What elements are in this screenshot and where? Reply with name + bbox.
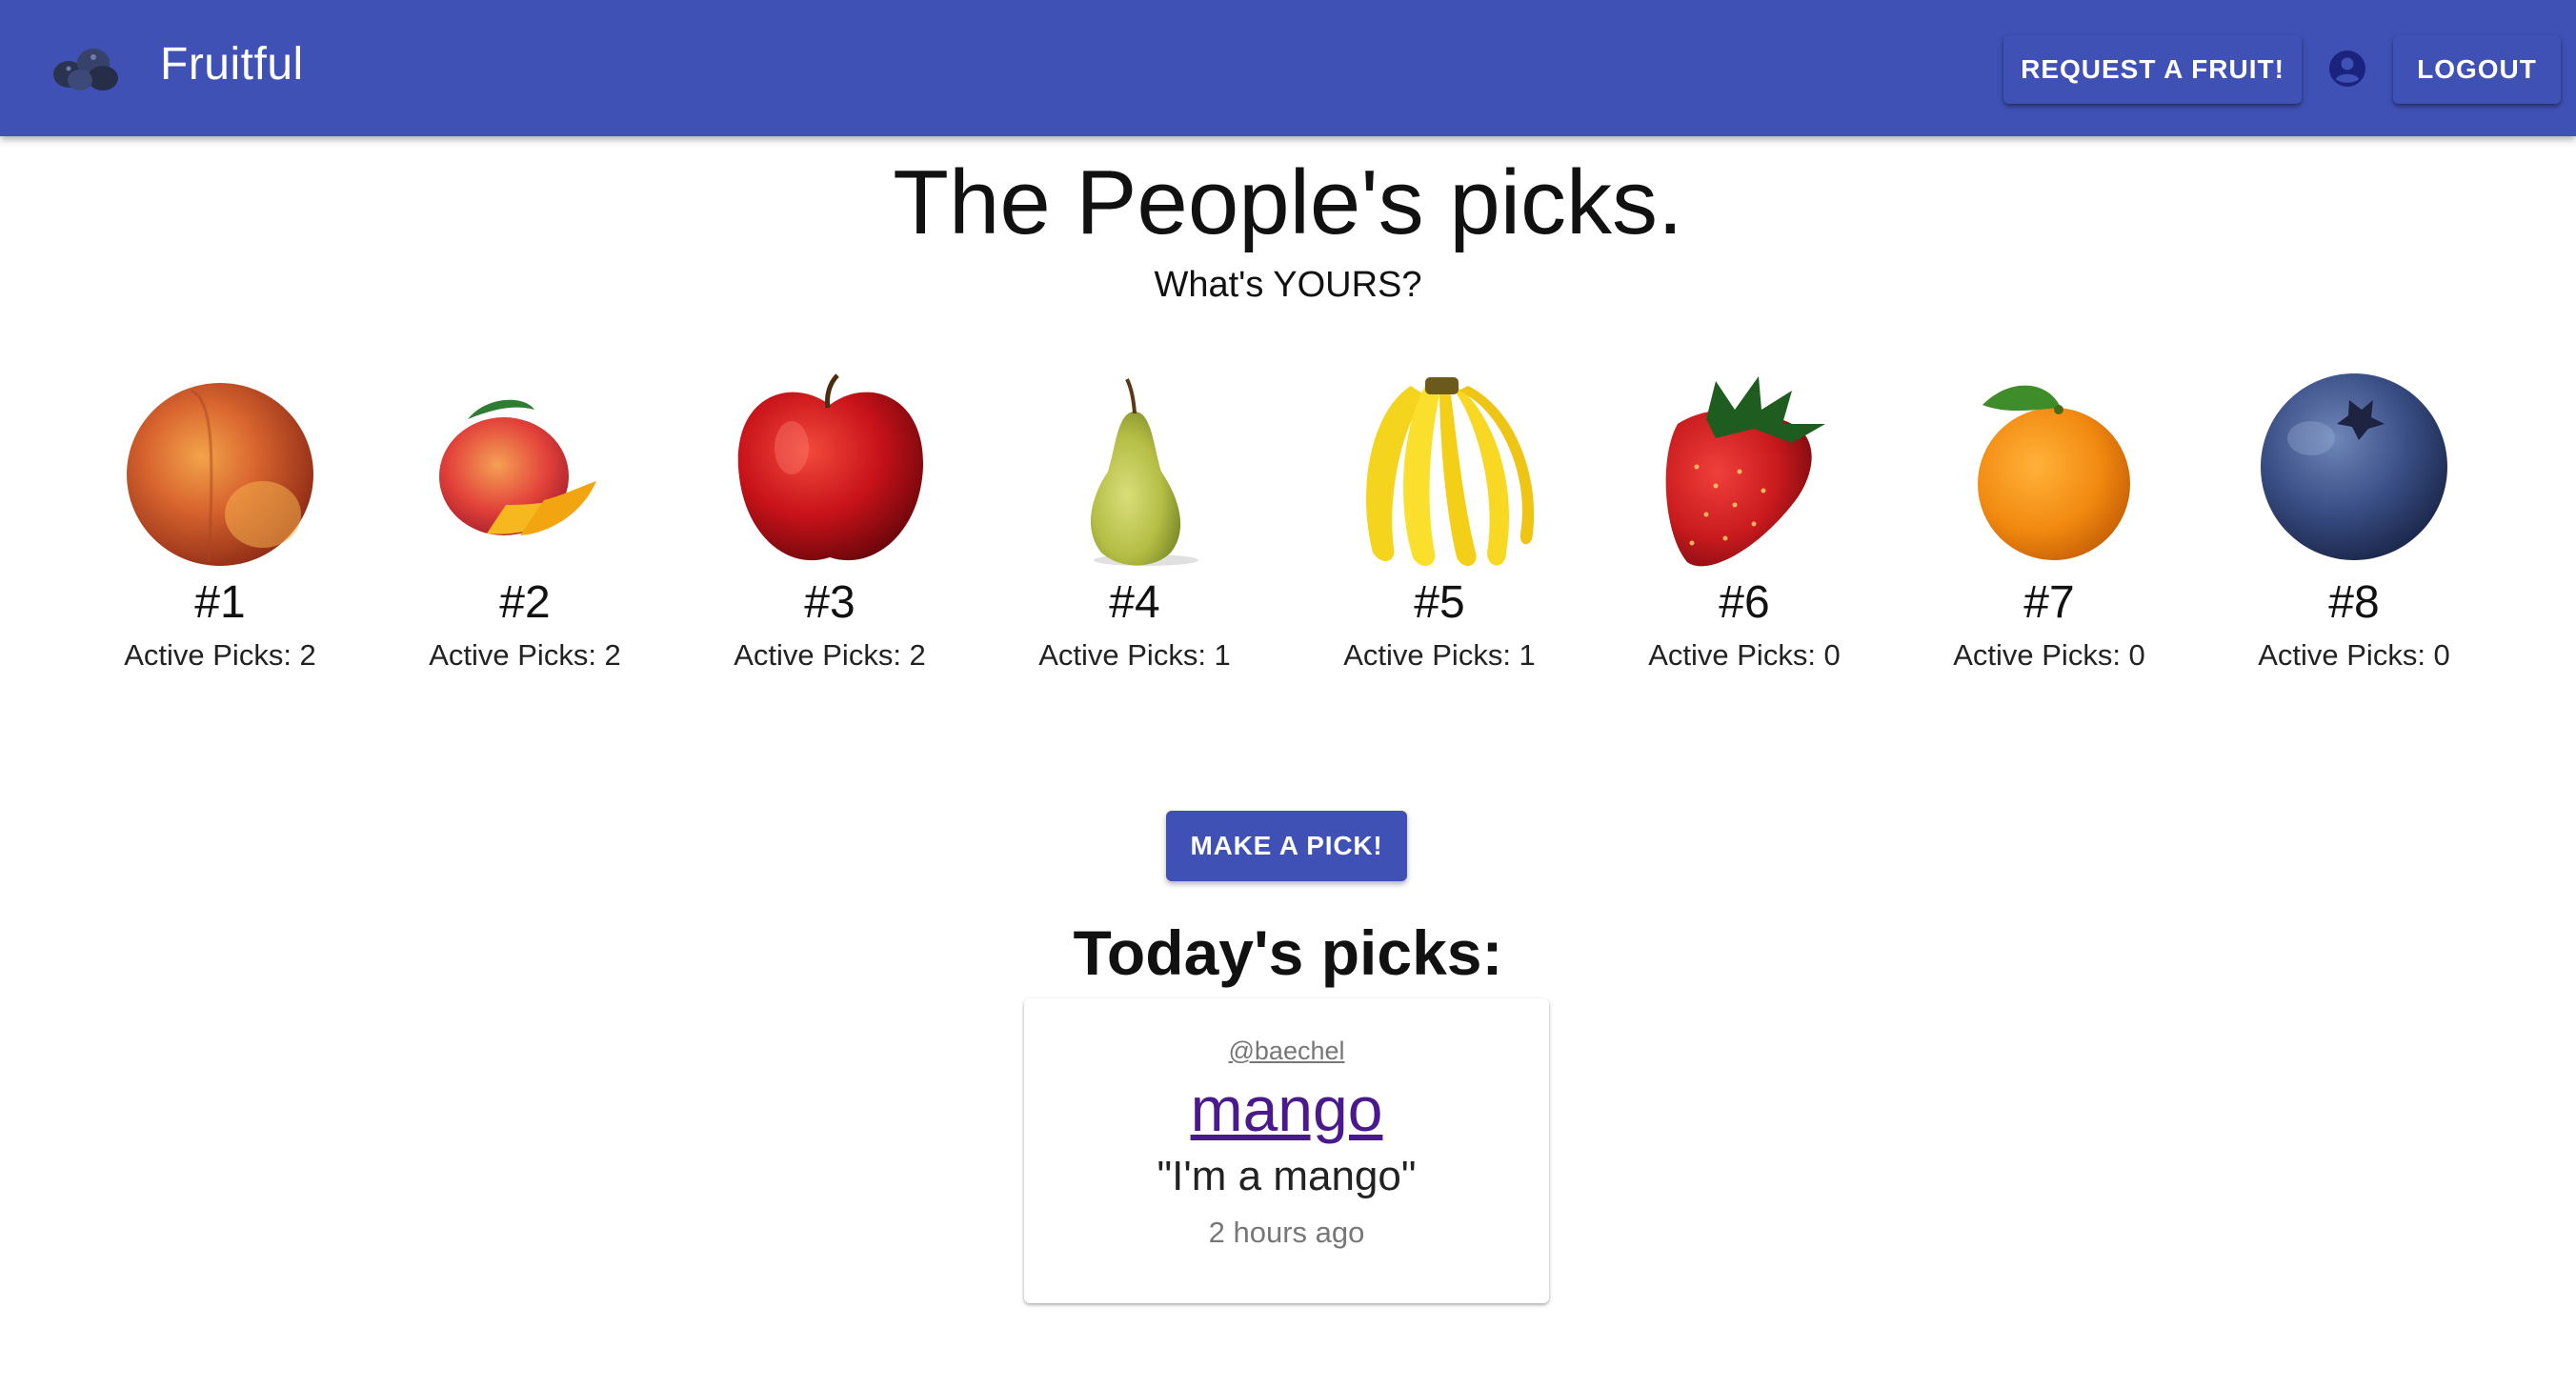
ranking-item[interactable]: #4 Active Picks: 1 — [1011, 372, 1258, 686]
pear-icon — [1090, 378, 1198, 566]
ranking-item[interactable]: #6 Active Picks: 0 — [1620, 372, 1868, 686]
apple-icon — [737, 373, 924, 561]
make-pick-button[interactable]: MAKE A PICK! — [1166, 811, 1407, 881]
rank-label: #8 — [2328, 577, 2380, 628]
strawberry-icon — [1665, 376, 1825, 567]
pick-username-link[interactable]: @baechel — [1024, 1037, 1549, 1066]
todays-picks-title: Today's picks: — [1073, 917, 1503, 988]
request-fruit-button[interactable]: REQUEST A FRUIT! — [2003, 35, 2302, 104]
peach-icon — [127, 383, 313, 566]
ranking-item[interactable]: #5 Active Picks: 1 — [1316, 372, 1563, 686]
active-picks-count: Active Picks: 1 — [1038, 638, 1231, 672]
pick-card: @baechel mango "I'm a mango" 2 hours ago — [1024, 998, 1549, 1303]
account-circle-icon[interactable] — [2328, 50, 2366, 88]
active-picks-count: Active Picks: 0 — [1953, 638, 2145, 672]
pick-quote: "I'm a mango" — [1157, 1153, 1417, 1199]
rank-label: #6 — [1719, 577, 1770, 628]
active-picks-count: Active Picks: 2 — [734, 638, 926, 672]
banana-icon — [1366, 377, 1535, 567]
active-picks-count: Active Picks: 0 — [2258, 638, 2450, 672]
logout-button[interactable]: LOGOUT — [2393, 35, 2561, 104]
ranking-item[interactable]: #7 Active Picks: 0 — [1925, 372, 2173, 686]
active-picks-count: Active Picks: 2 — [429, 638, 621, 672]
ranking-item[interactable]: #8 Active Picks: 0 — [2230, 372, 2478, 686]
active-picks-count: Active Picks: 0 — [1648, 638, 1841, 672]
rank-label: #3 — [804, 577, 855, 628]
ranking-item[interactable]: #2 Active Picks: 2 — [401, 372, 649, 686]
mango-icon — [439, 399, 596, 535]
ranking-item[interactable]: #1 Active Picks: 2 — [96, 372, 344, 686]
rank-label: #4 — [1109, 577, 1160, 628]
active-picks-count: Active Picks: 2 — [124, 638, 316, 672]
page-subtitle: What's YOURS? — [1154, 265, 1422, 305]
app-bar: Fruitful REQUEST A FRUIT! LOGOUT — [0, 0, 2576, 136]
brand-title[interactable]: Fruitful — [160, 38, 304, 91]
rank-label: #1 — [194, 577, 246, 628]
pick-fruit-link[interactable]: mango — [1024, 1073, 1549, 1145]
blueberry-icon — [2261, 373, 2447, 560]
ranking-item[interactable]: #3 Active Picks: 2 — [706, 372, 954, 686]
blueberries-logo-icon[interactable] — [48, 42, 122, 93]
pick-timestamp: 2 hours ago — [1208, 1216, 1365, 1249]
rank-label: #5 — [1414, 577, 1465, 628]
active-picks-count: Active Picks: 1 — [1343, 638, 1536, 672]
rank-label: #2 — [499, 577, 551, 628]
orange-icon — [1978, 385, 2130, 560]
rank-label: #7 — [2023, 577, 2075, 628]
page-title: The People's picks. — [893, 151, 1683, 253]
